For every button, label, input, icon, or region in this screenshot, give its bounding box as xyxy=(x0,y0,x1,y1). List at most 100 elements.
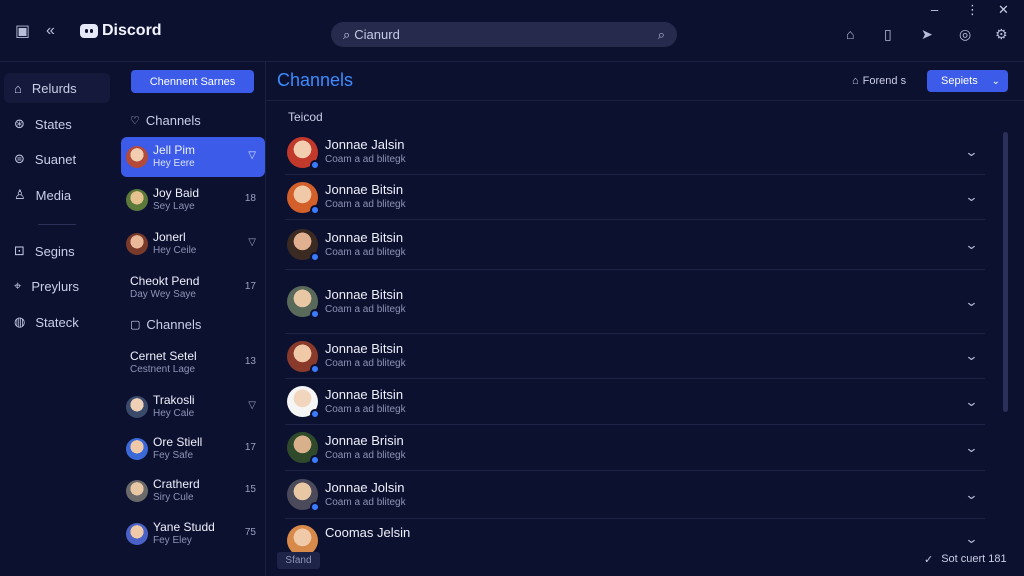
member-row[interactable]: Jonnae Jalsin Coam a ad blitegk ⌄ xyxy=(285,130,985,175)
chevron-down-icon[interactable]: ⌄ xyxy=(964,294,978,310)
chevron-down-icon[interactable]: ⌄ xyxy=(964,237,978,253)
left-nav: ⌂ Relurds ⊛ States ⊜ Suanet ♙ Media ⊡ Se… xyxy=(0,62,120,576)
member-row[interactable]: Jonnae Bitsin Coam a ad blitegk ⌄ xyxy=(285,175,985,220)
member-name: Jonnae Bitsin xyxy=(325,182,404,197)
channel-count: 17 xyxy=(244,442,256,453)
home-nav-icon: ⌂ xyxy=(14,80,22,96)
nav-divider xyxy=(38,224,76,225)
channel-item[interactable]: Joy Baid Sey Laye 18 xyxy=(121,180,265,220)
member-subtitle: Coam a ad blitegk xyxy=(325,303,406,315)
chevron-down-icon[interactable]: ▽ xyxy=(248,150,256,161)
chevron-down-icon[interactable]: ⌄ xyxy=(964,144,978,160)
verified-badge-icon xyxy=(310,455,320,465)
member-row[interactable]: Jonnae Bitsin Coam a ad blitegk ⌄ xyxy=(285,334,985,379)
discord-menu-icon[interactable]: ▣ xyxy=(15,24,30,40)
nav-item-states[interactable]: ⊛ States xyxy=(4,109,110,139)
channel-subtitle: Sey Laye xyxy=(153,201,195,212)
inbox-icon[interactable]: ▯ xyxy=(884,26,892,42)
chevron-down-icon[interactable]: ⌄ xyxy=(964,531,978,547)
member-subtitle: Coam a ad blitegk xyxy=(325,403,406,415)
group-label: Teicod xyxy=(288,110,323,124)
channel-title: Jell Pim xyxy=(153,143,196,157)
user-icon: ♙ xyxy=(14,187,26,202)
more-icon[interactable]: ⋮ xyxy=(966,2,979,18)
channel-item[interactable]: Trakosli Hey Cale ▽ xyxy=(121,387,265,427)
member-row[interactable]: Jonnae Jolsin Coam a ad blitegk ⌄ xyxy=(285,471,985,519)
close-icon[interactable]: ✕ xyxy=(998,2,1009,18)
heart-icon: ♡ xyxy=(130,115,140,127)
minimize-icon[interactable]: – xyxy=(931,2,938,17)
member-name: Jonnae Bitsin xyxy=(325,341,404,356)
member-row[interactable]: Jonnae Brisin Coam a ad blitegk ⌄ xyxy=(285,425,985,471)
chevron-down-icon[interactable]: ⌄ xyxy=(964,394,978,410)
nav-item-suanet[interactable]: ⊜ Suanet xyxy=(4,144,110,174)
chevron-down-icon[interactable]: ⌄ xyxy=(964,348,978,364)
chevron-down-icon[interactable]: ⌄ xyxy=(964,440,978,456)
member-row[interactable]: Coomas Jelsin ⌄ xyxy=(285,519,985,556)
channel-item[interactable]: Ore Stiell Fey Safe 17 xyxy=(121,429,265,469)
member-name: Jonnae Bitsin xyxy=(325,229,404,245)
tag-icon: ⌖ xyxy=(14,278,22,293)
avatar xyxy=(287,432,320,465)
nav-item-preylurs[interactable]: ⌖ Preylurs xyxy=(4,271,110,301)
avatar xyxy=(287,181,320,215)
lock-icon: ⌂ xyxy=(852,75,859,87)
channel-item[interactable]: Cernet Setel Cestnent Lage 13 xyxy=(121,343,265,383)
footer-button[interactable]: Sfand xyxy=(277,552,320,569)
check-icon: ✓ xyxy=(924,554,934,566)
channel-sources-button[interactable]: Chennent Sarnes xyxy=(131,70,254,93)
channel-item[interactable]: Jonerl Hey Ceile ▽ xyxy=(121,224,265,264)
chevron-down-icon: ⌄ xyxy=(991,75,1000,87)
member-row[interactable]: Jonnae Bitsin Coam a ad blitegk ⌄ xyxy=(285,270,985,334)
channels-section-header[interactable]: ▢ Channels xyxy=(130,317,201,332)
chevron-down-icon[interactable]: ⌄ xyxy=(964,487,978,503)
nav-item-relurds[interactable]: ⌂ Relurds xyxy=(4,73,110,103)
member-subtitle: Coam a ad blitegk xyxy=(325,358,406,369)
home-icon[interactable]: ⌂ xyxy=(846,26,854,42)
avatar xyxy=(287,286,320,319)
member-row[interactable]: Jonnae Bitsin Coam a ad blitegk ⌄ xyxy=(285,220,985,270)
channel-subtitle: Day Wey Saye xyxy=(130,289,196,300)
scrollbar[interactable] xyxy=(1003,132,1008,412)
channel-title: Cratherd xyxy=(153,477,200,491)
select-dropdown[interactable]: Sepiets ⌄ xyxy=(927,70,1008,92)
section-label: Channels xyxy=(145,113,201,128)
channel-subtitle: Fey Eley xyxy=(153,535,192,546)
member-row[interactable]: Jonnae Bitsin Coam a ad blitegk ⌄ xyxy=(285,379,985,425)
collapse-icon[interactable]: « xyxy=(46,23,55,39)
member-subtitle: Coam a ad blitegk xyxy=(325,496,406,508)
status-bar: ✓ Sot cuert 181 xyxy=(924,553,1007,566)
send-icon[interactable]: ➤ xyxy=(921,26,933,42)
nav-item-media[interactable]: ♙ Media xyxy=(4,180,110,210)
channel-item[interactable]: Cheokt Pend Day Wey Saye 17 xyxy=(121,268,265,308)
member-name: Jonnae Jalsin xyxy=(325,137,405,152)
chevron-down-icon[interactable]: ⌄ xyxy=(964,189,978,205)
search-input[interactable]: ⌕ Cianurd ⌕ xyxy=(331,22,677,47)
member-name: Jonnae Bitsin xyxy=(325,286,404,302)
channel-count: 17 xyxy=(244,281,256,292)
page-title: Channels xyxy=(277,70,354,90)
chevron-down-icon[interactable]: ▽ xyxy=(248,400,256,411)
channel-item[interactable]: Cratherd Siry Cule 15 xyxy=(121,471,265,511)
channel-count: 75 xyxy=(244,527,256,538)
search-submit-icon[interactable]: ⌕ xyxy=(658,27,665,43)
channel-item[interactable]: Yane Studd Fey Eley 75 xyxy=(121,514,265,554)
brand: Discord xyxy=(80,22,162,40)
nav-label: Stateck xyxy=(35,314,79,330)
channels-section-header[interactable]: ♡ Channels xyxy=(130,113,201,128)
nav-item-stateck[interactable]: ◍ Stateck xyxy=(4,307,110,337)
nav-item-segins[interactable]: ⊡ Segins xyxy=(4,236,110,266)
settings-icon[interactable]: ⚙ xyxy=(995,26,1008,42)
verified-badge-icon xyxy=(310,309,320,319)
search-text: Cianurd xyxy=(354,27,400,42)
verified-badge-icon xyxy=(310,502,320,512)
forward-button[interactable]: ⌂ Forend s xyxy=(852,75,906,87)
channel-item[interactable]: Jell Pim Hey Eere ▽ xyxy=(121,137,265,177)
help-icon[interactable]: ◎ xyxy=(959,26,971,42)
avatar xyxy=(126,438,148,460)
chevron-down-icon[interactable]: ▽ xyxy=(248,237,256,248)
verified-badge-icon xyxy=(310,204,320,215)
channel-title: Cheokt Pend xyxy=(130,274,200,288)
member-name: Jonnae Brisin xyxy=(325,432,404,448)
folder-icon: ▢ xyxy=(130,319,141,331)
